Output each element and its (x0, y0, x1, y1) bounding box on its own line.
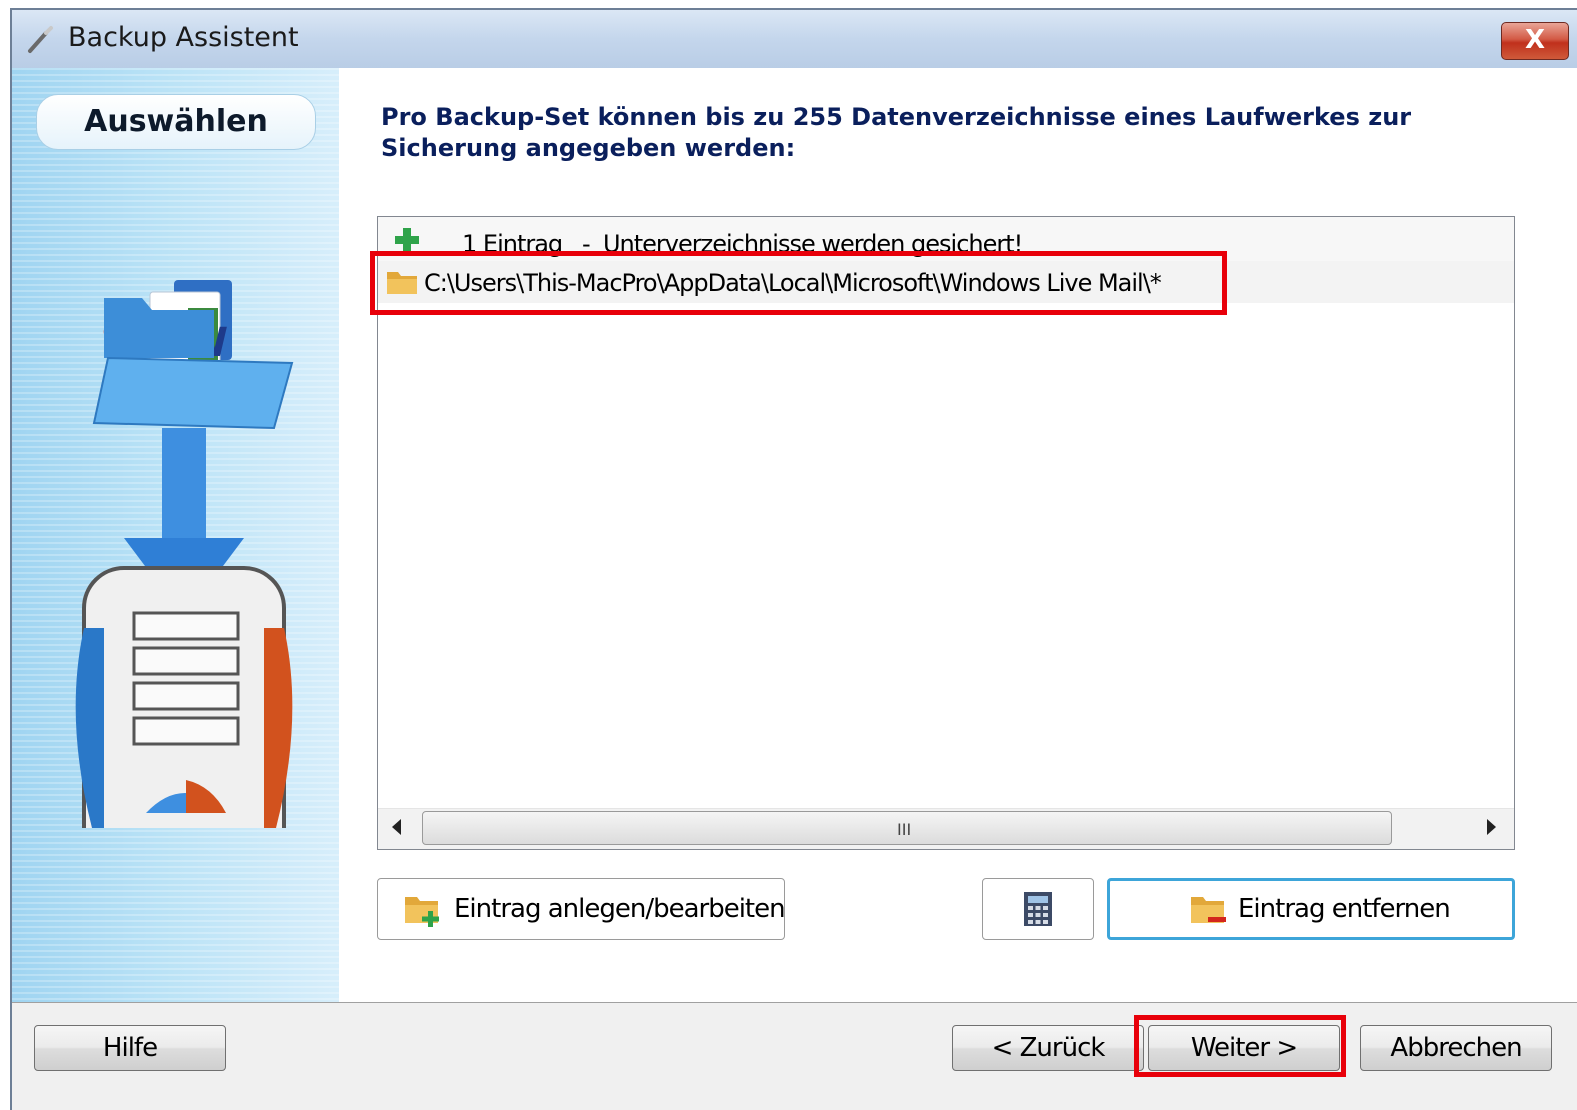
calculator-icon (1024, 892, 1052, 926)
help-button[interactable]: Hilfe (34, 1025, 226, 1071)
remove-entry-label: Eintrag entfernen (1238, 894, 1451, 924)
heading-line-2: Sicherung angegeben werden: (381, 134, 796, 162)
scroll-left-icon[interactable] (392, 819, 401, 835)
instructions-heading: Pro Backup-Set können bis zu 255 Datenve… (381, 102, 1461, 164)
window-title: Backup Assistent (68, 22, 299, 53)
title-bar: Backup Assistent X (12, 10, 1577, 69)
folder-remove-icon (1191, 897, 1226, 923)
add-edit-entry-button[interactable]: Eintrag anlegen/bearbeiten (377, 878, 786, 940)
help-label: Hilfe (102, 1033, 158, 1063)
scroll-thumb[interactable]: III (422, 811, 1392, 845)
backup-assistant-window: Backup Assistent X Auswählen W PDF (10, 8, 1577, 1110)
path-highlight-box (370, 251, 1227, 315)
backup-illustration-icon: W PDF (75, 280, 294, 828)
wizard-content: Pro Backup-Set können bis zu 255 Datenve… (339, 68, 1577, 1002)
back-label: < Zurück (991, 1033, 1106, 1063)
cancel-button[interactable]: Abbrechen (1360, 1025, 1552, 1071)
cancel-label: Abbrechen (1390, 1033, 1522, 1063)
horizontal-scrollbar[interactable]: III (378, 808, 1514, 849)
heading-line-1: Pro Backup-Set können bis zu 255 Datenve… (381, 103, 1412, 131)
scroll-right-icon[interactable] (1487, 819, 1496, 835)
scroll-grip-icon: III (897, 820, 912, 839)
calculator-button[interactable] (982, 878, 1094, 940)
next-button-highlight-box (1134, 1015, 1346, 1077)
folder-add-icon (405, 897, 439, 927)
wand-icon (28, 26, 53, 53)
back-button[interactable]: < Zurück (952, 1025, 1144, 1071)
add-edit-entry-label: Eintrag anlegen/bearbeiten (454, 894, 786, 924)
close-button[interactable]: X (1501, 22, 1569, 60)
wizard-step-label: Auswählen (36, 94, 316, 150)
wizard-sidebar: Auswählen W PDF (12, 68, 339, 1002)
remove-entry-button[interactable]: Eintrag entfernen (1107, 878, 1515, 940)
